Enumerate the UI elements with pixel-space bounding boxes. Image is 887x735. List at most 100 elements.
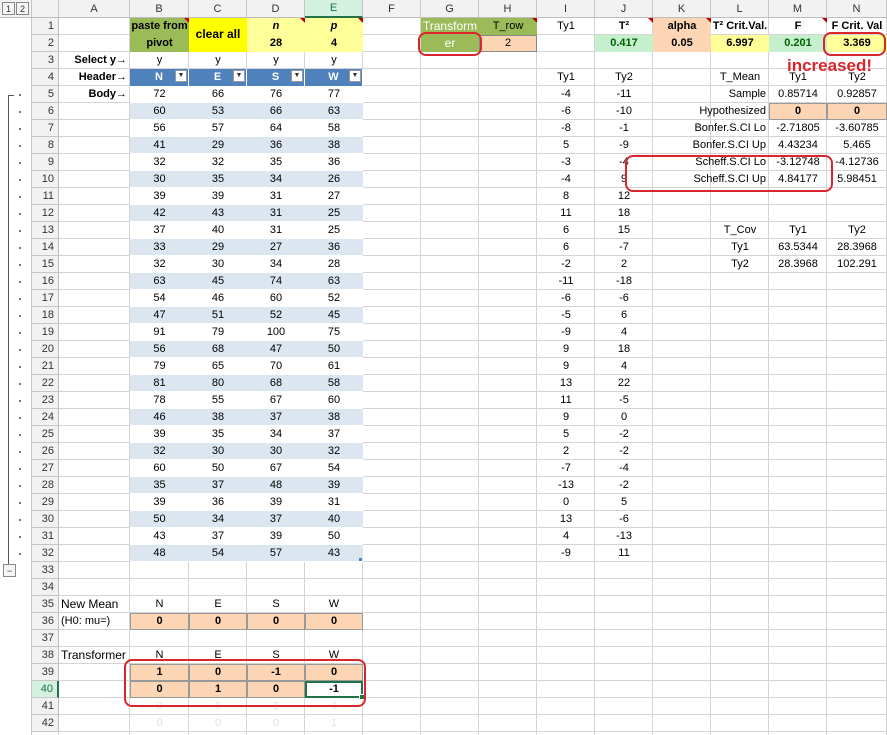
table-cell[interactable]: 27 bbox=[305, 188, 363, 205]
table-cell[interactable]: 52 bbox=[305, 290, 363, 307]
table-cell[interactable]: 47 bbox=[130, 307, 189, 324]
row-header-16[interactable]: 16 bbox=[32, 273, 59, 290]
transformer-cell[interactable]: 0 bbox=[247, 681, 305, 698]
select-y-cell[interactable]: y bbox=[130, 52, 189, 69]
table-cell[interactable]: 68 bbox=[247, 375, 305, 392]
table-cell[interactable]: 52 bbox=[247, 307, 305, 324]
table-cell[interactable]: 41 bbox=[130, 137, 189, 154]
row-header-1[interactable]: 1 bbox=[32, 18, 59, 35]
table-cell[interactable]: 33 bbox=[130, 239, 189, 256]
table-cell[interactable]: 30 bbox=[130, 171, 189, 188]
new-mean-input[interactable]: 0 bbox=[189, 613, 247, 630]
table-cell[interactable]: 39 bbox=[130, 188, 189, 205]
table-cell[interactable]: 39 bbox=[189, 188, 247, 205]
tmean-ty2-value[interactable]: 5.465 bbox=[827, 137, 887, 154]
table-cell[interactable]: 65 bbox=[189, 358, 247, 375]
row-header-34[interactable]: 34 bbox=[32, 579, 59, 596]
table-cell[interactable]: 27 bbox=[247, 239, 305, 256]
table-cell[interactable]: 91 bbox=[130, 324, 189, 341]
table-cell[interactable]: 56 bbox=[130, 120, 189, 137]
table-cell[interactable]: 37 bbox=[247, 409, 305, 426]
table-header-N[interactable]: N ▼ bbox=[130, 69, 189, 86]
table-cell[interactable]: 25 bbox=[305, 205, 363, 222]
table-cell[interactable]: 34 bbox=[247, 256, 305, 273]
table-cell[interactable]: 35 bbox=[189, 426, 247, 443]
column-header-F[interactable]: F bbox=[363, 0, 421, 18]
column-header-C[interactable]: C bbox=[189, 0, 247, 18]
outline-level-2-button[interactable]: 2 bbox=[16, 2, 29, 15]
outline-collapse-button[interactable]: − bbox=[3, 564, 16, 577]
column-header-G[interactable]: G bbox=[421, 0, 479, 18]
column-header-B[interactable]: B bbox=[130, 0, 189, 18]
table-cell[interactable]: 55 bbox=[189, 392, 247, 409]
row-header-4[interactable]: 4 bbox=[32, 69, 59, 86]
column-header-D[interactable]: D bbox=[247, 0, 305, 18]
row-header-9[interactable]: 9 bbox=[32, 154, 59, 171]
outline-level-1-button[interactable]: 1 bbox=[2, 2, 15, 15]
table-cell[interactable]: 36 bbox=[247, 137, 305, 154]
table-cell[interactable]: 47 bbox=[247, 341, 305, 358]
tmean-ty2-value[interactable]: -3.60785 bbox=[827, 120, 887, 137]
f-value[interactable]: 0.201 bbox=[769, 35, 827, 52]
row-header-42[interactable]: 42 bbox=[32, 715, 59, 732]
new-mean-input[interactable]: 0 bbox=[247, 613, 305, 630]
table-cell[interactable]: 54 bbox=[130, 290, 189, 307]
t2-crit-value[interactable]: 6.997 bbox=[711, 35, 769, 52]
table-cell[interactable]: 100 bbox=[247, 324, 305, 341]
row-header-31[interactable]: 31 bbox=[32, 528, 59, 545]
table-cell[interactable]: 58 bbox=[305, 375, 363, 392]
row-header-40[interactable]: 40 bbox=[32, 681, 59, 698]
table-cell[interactable]: 74 bbox=[247, 273, 305, 290]
table-cell[interactable]: 43 bbox=[130, 528, 189, 545]
row-header-8[interactable]: 8 bbox=[32, 137, 59, 154]
table-cell[interactable]: 60 bbox=[130, 460, 189, 477]
table-cell[interactable]: 50 bbox=[130, 511, 189, 528]
table-cell[interactable]: 39 bbox=[130, 426, 189, 443]
column-header-M[interactable]: M bbox=[769, 0, 827, 18]
row-header-7[interactable]: 7 bbox=[32, 120, 59, 137]
alpha-input[interactable]: 0.05 bbox=[653, 35, 711, 52]
tmean-ty1-value[interactable]: -2.71805 bbox=[769, 120, 827, 137]
table-cell[interactable]: 54 bbox=[189, 545, 247, 562]
table-cell[interactable]: 39 bbox=[130, 494, 189, 511]
table-cell[interactable]: 50 bbox=[305, 341, 363, 358]
row-header-20[interactable]: 20 bbox=[32, 341, 59, 358]
table-cell[interactable]: 32 bbox=[130, 256, 189, 273]
table-cell[interactable]: 35 bbox=[247, 154, 305, 171]
t2-value[interactable]: 0.417 bbox=[595, 35, 653, 52]
table-cell[interactable]: 76 bbox=[247, 86, 305, 103]
row-header-26[interactable]: 26 bbox=[32, 443, 59, 460]
table-cell[interactable]: 60 bbox=[247, 290, 305, 307]
table-cell[interactable]: 57 bbox=[247, 545, 305, 562]
table-cell[interactable]: 58 bbox=[305, 120, 363, 137]
table-cell[interactable]: 37 bbox=[305, 426, 363, 443]
table-cell[interactable]: 25 bbox=[305, 222, 363, 239]
table-cell[interactable]: 38 bbox=[305, 137, 363, 154]
table-header-W[interactable]: W ▼ bbox=[305, 69, 363, 86]
tmean-ty2-value[interactable]: 0 bbox=[827, 103, 887, 120]
row-header-18[interactable]: 18 bbox=[32, 307, 59, 324]
table-header-E[interactable]: E ▼ bbox=[189, 69, 247, 86]
table-cell[interactable]: 37 bbox=[189, 528, 247, 545]
table-cell[interactable]: 31 bbox=[247, 222, 305, 239]
column-header-N[interactable]: N bbox=[827, 0, 887, 18]
table-cell[interactable]: 30 bbox=[189, 443, 247, 460]
table-cell[interactable]: 75 bbox=[305, 324, 363, 341]
column-header-J[interactable]: J bbox=[595, 0, 653, 18]
table-cell[interactable]: 45 bbox=[189, 273, 247, 290]
column-header-L[interactable]: L bbox=[711, 0, 769, 18]
tmean-ty2-value[interactable]: 0.92857 bbox=[827, 86, 887, 103]
table-cell[interactable]: 31 bbox=[247, 205, 305, 222]
filter-dropdown-icon[interactable]: ▼ bbox=[233, 70, 245, 82]
table-cell[interactable]: 34 bbox=[247, 171, 305, 188]
row-header-19[interactable]: 19 bbox=[32, 324, 59, 341]
row-header-15[interactable]: 15 bbox=[32, 256, 59, 273]
table-cell[interactable]: 79 bbox=[130, 358, 189, 375]
tmean-ty1-value[interactable]: 0 bbox=[769, 103, 827, 120]
tmean-ty1-value[interactable]: 4.84177 bbox=[769, 171, 827, 188]
select-y-cell[interactable]: y bbox=[189, 52, 247, 69]
table-cell[interactable]: 46 bbox=[130, 409, 189, 426]
table-cell[interactable]: 50 bbox=[189, 460, 247, 477]
select-y-cell[interactable]: y bbox=[247, 52, 305, 69]
table-cell[interactable]: 37 bbox=[189, 477, 247, 494]
